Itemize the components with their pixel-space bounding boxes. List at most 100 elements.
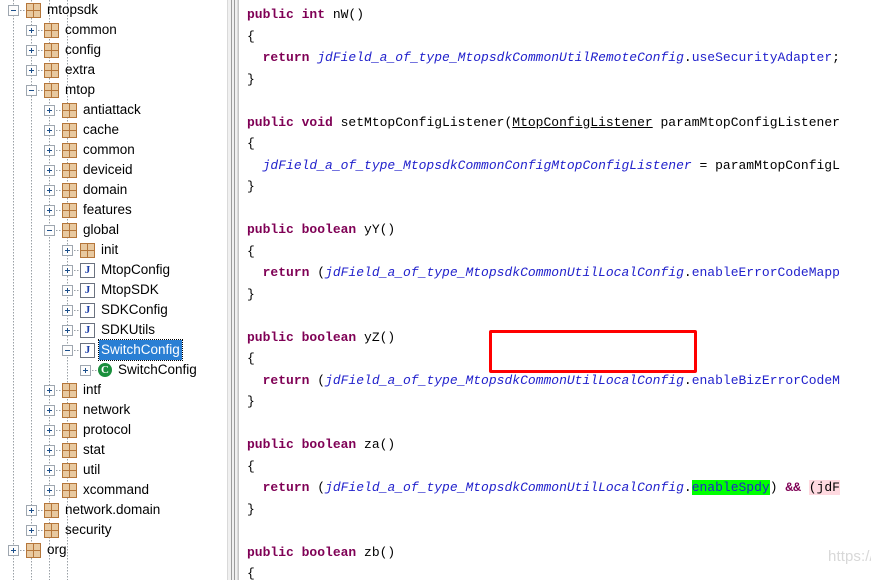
tree-item-mtopconfig[interactable]: MtopConfig (0, 260, 227, 280)
tree-item-label: xcommand (83, 482, 150, 497)
tree-item-network[interactable]: network (0, 400, 227, 420)
tree-item-mtopsdk[interactable]: mtopsdk (0, 0, 227, 20)
expand-toggle-icon[interactable] (62, 244, 73, 256)
expand-toggle-icon[interactable] (62, 264, 73, 276)
collapse-toggle-icon[interactable] (62, 344, 73, 356)
code-line: } (247, 499, 840, 521)
tree-item-deviceid[interactable]: deviceid (0, 160, 227, 180)
collapse-toggle-icon[interactable] (26, 84, 37, 96)
expand-toggle-icon[interactable] (80, 364, 91, 376)
code-line: { (247, 563, 840, 580)
tree-item-label: MtopConfig (101, 262, 171, 277)
tree-item-label: SwitchConfig (98, 339, 183, 361)
expand-toggle-icon[interactable] (26, 24, 37, 36)
code-line: return jdField_a_of_type_MtopsdkCommonUt… (247, 47, 840, 69)
collapse-toggle-icon[interactable] (44, 224, 55, 236)
tree-item-config[interactable]: config (0, 40, 227, 60)
expand-toggle-icon[interactable] (62, 304, 73, 316)
tree-item-label: common (65, 22, 117, 37)
expand-toggle-icon[interactable] (62, 324, 73, 336)
expand-toggle-icon[interactable] (44, 144, 55, 156)
expand-toggle-icon[interactable] (44, 124, 55, 136)
tree-item-sdkconfig[interactable]: SDKConfig (0, 300, 227, 320)
code-token: && (777, 480, 809, 495)
code-token: (jdF (808, 480, 840, 495)
source-code-text: public int nW() { return jdField_a_of_typ… (239, 0, 840, 580)
code-token: return (262, 372, 318, 388)
tree-item-init[interactable]: init (0, 240, 227, 260)
package-icon (44, 82, 59, 98)
expand-toggle-icon[interactable] (44, 164, 55, 176)
code-token: useSecurityAdapter (691, 50, 833, 65)
package-icon (62, 422, 77, 438)
expand-toggle-icon[interactable] (26, 524, 37, 536)
package-tree[interactable]: mtopsdk common config extra mtop antiattack ca… (0, 0, 227, 580)
tree-item-mtop[interactable]: mtop (0, 80, 227, 100)
tree-item-common[interactable]: common (0, 20, 227, 40)
collapse-toggle-icon[interactable] (8, 4, 19, 16)
tree-item-security[interactable]: security (0, 520, 227, 540)
tree-item-switchconfig[interactable]: SwitchConfig (0, 339, 227, 361)
tree-item-features[interactable]: features (0, 200, 227, 220)
tree-item-antiattack[interactable]: antiattack (0, 100, 227, 120)
tree-item-org[interactable]: org (0, 540, 227, 560)
code-token: } (247, 179, 255, 194)
expand-toggle-icon[interactable] (44, 444, 55, 456)
tree-item-domain[interactable]: domain (0, 180, 227, 200)
panel-splitter[interactable] (227, 0, 238, 580)
tree-item-label: config (65, 42, 102, 57)
tree-item-util[interactable]: util (0, 460, 227, 480)
expand-toggle-icon[interactable] (44, 104, 55, 116)
expand-toggle-icon[interactable] (44, 384, 55, 396)
tree-item-mtopsdk[interactable]: MtopSDK (0, 280, 227, 300)
code-token: boolean (301, 222, 365, 237)
expand-toggle-icon[interactable] (44, 484, 55, 496)
tree-item-label: common (83, 142, 135, 157)
expand-toggle-icon[interactable] (62, 284, 73, 296)
code-token: . (683, 480, 692, 495)
code-line: { (247, 26, 840, 48)
expand-toggle-icon[interactable] (26, 64, 37, 76)
expand-toggle-icon[interactable] (8, 544, 19, 556)
tree-item-sdkutils[interactable]: SDKUtils (0, 320, 227, 340)
tree-item-global[interactable]: global (0, 220, 227, 240)
tree-item-label: features (83, 202, 132, 217)
expand-toggle-icon[interactable] (26, 504, 37, 516)
package-explorer-panel: mtopsdk common config extra mtop antiattack ca… (0, 0, 227, 580)
expand-toggle-icon[interactable] (44, 404, 55, 416)
code-token: za() (364, 437, 396, 452)
tree-item-intf[interactable]: intf (0, 380, 227, 400)
tree-item-protocol[interactable]: protocol (0, 420, 227, 440)
source-code-panel[interactable]: public int nW() { return jdField_a_of_typ… (238, 0, 871, 580)
tree-item-stat[interactable]: stat (0, 440, 227, 460)
tree-item-extra[interactable]: extra (0, 60, 227, 80)
package-icon (62, 222, 77, 238)
code-token: ) (769, 480, 778, 495)
tree-item-cache[interactable]: cache (0, 120, 227, 140)
expand-toggle-icon[interactable] (44, 464, 55, 476)
code-line: return (jdField_a_of_type_MtopsdkCommonU… (247, 262, 840, 284)
tree-item-common[interactable]: common (0, 140, 227, 160)
expand-toggle-icon[interactable] (44, 184, 55, 196)
package-icon (44, 522, 59, 538)
expand-toggle-icon[interactable] (44, 204, 55, 216)
code-token: { (247, 136, 255, 151)
expand-toggle-icon[interactable] (26, 44, 37, 56)
package-icon (44, 22, 59, 38)
package-icon (62, 102, 77, 118)
tree-item-network-domain[interactable]: network.domain (0, 500, 227, 520)
expand-toggle-icon[interactable] (44, 424, 55, 436)
code-token: { (247, 243, 255, 259)
tree-item-xcommand[interactable]: xcommand (0, 480, 227, 500)
tree-item-switchconfig[interactable]: SwitchConfig (0, 360, 227, 380)
tree-item-label: domain (83, 182, 128, 197)
